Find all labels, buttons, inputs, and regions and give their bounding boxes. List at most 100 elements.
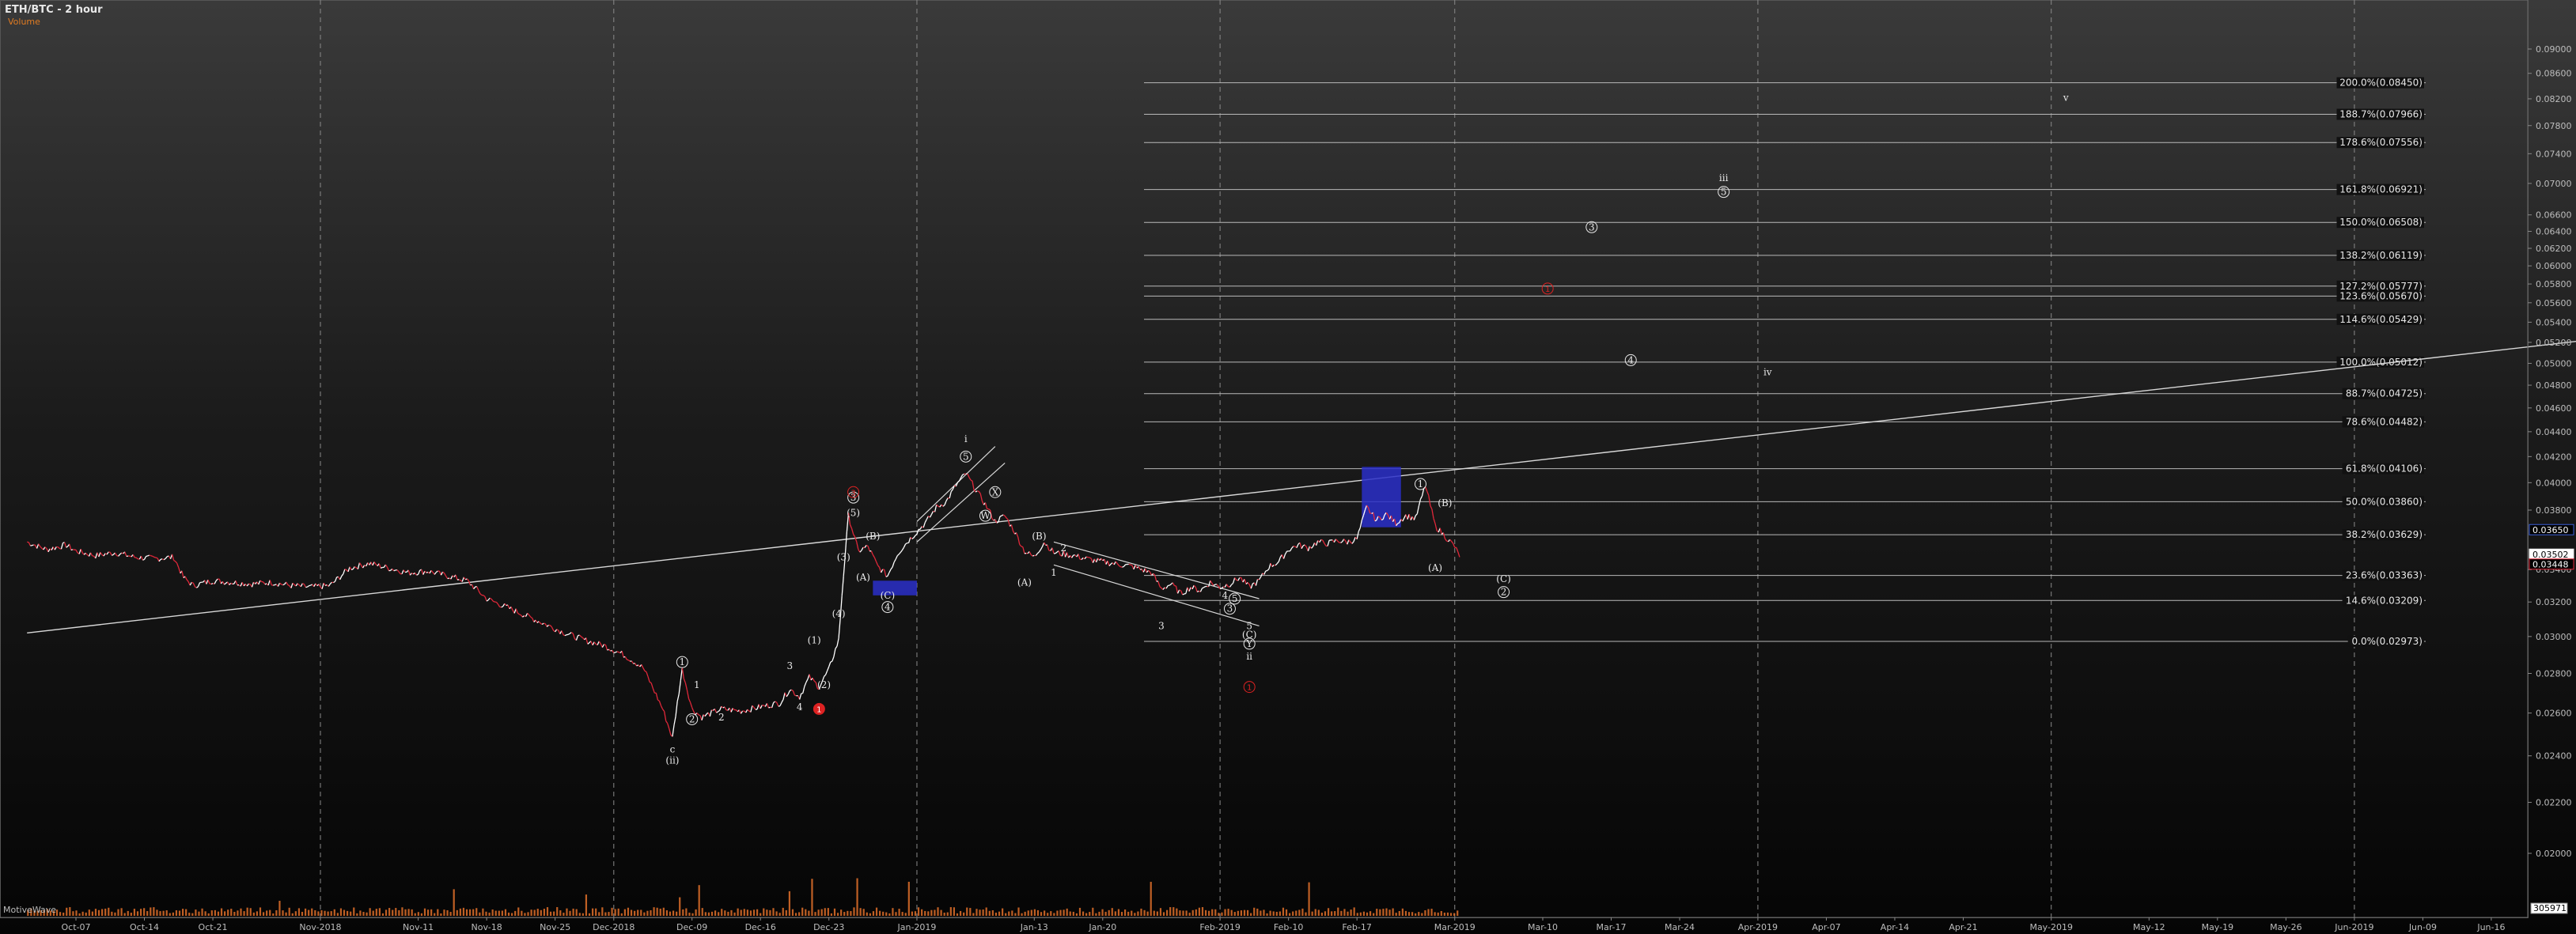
plot-border [0,0,2529,918]
volume-bar [1418,912,1420,916]
volume-bar [1404,910,1407,916]
volume-bar [440,913,442,916]
price-segment [1259,577,1262,580]
price-segment [522,615,525,618]
price-segment [627,660,631,662]
volume-bar [578,913,581,916]
volume-bar [1373,913,1375,916]
price-segment [292,582,295,585]
volume-bar [656,907,658,916]
volume-bar [1001,908,1004,916]
volume-bar [1382,909,1385,916]
volume-bar [563,913,565,916]
volume-bar [672,910,675,916]
volume-bar [411,909,413,916]
volume-bar [210,910,213,916]
volume-bar [1366,912,1369,916]
volume-bar [665,910,669,916]
volume-bar [817,909,820,916]
price-segment [867,546,870,552]
price-segment [898,551,901,555]
price-segment [686,690,690,699]
price-segment [684,683,688,690]
volume-bar [1069,911,1071,916]
volume-bar [178,910,181,916]
volume-bar [1221,912,1223,916]
volume-bar [524,913,526,916]
price-segment [649,681,652,684]
price-segment [1002,514,1006,516]
volume-bar [1188,913,1191,916]
volume-bar [707,912,710,916]
fib-level-label: 123.6%(0.05670) [2339,290,2423,301]
volume-bar [343,909,346,916]
price-segment [864,545,867,548]
price-segment [1416,505,1420,514]
price-segment [69,543,72,550]
price-segment [259,580,263,583]
price-segment [911,537,915,539]
volume-bar [375,909,377,916]
price-segment [186,579,189,582]
price-segment [675,701,678,717]
price-segment [287,584,290,587]
volume-bar [943,912,945,916]
price-segment [1284,550,1288,554]
volume-bar [324,910,326,916]
wave-label: (B) [1438,497,1452,509]
price-segment [647,676,650,683]
price-segment [1275,563,1278,566]
price-segment [624,656,627,660]
price-segment [657,699,660,702]
volume-bar [1072,911,1074,916]
y-tick-label: 0.06600 [2536,210,2572,221]
price-segment [1408,514,1411,520]
price-segment [191,581,194,584]
volume-bar [546,907,549,916]
price-segment [877,565,881,568]
y-tick-label: 0.05400 [2536,317,2572,327]
x-tick-label: Oct-07 [62,922,91,932]
price-segment [1358,528,1361,532]
volume-bar [966,907,968,916]
price-segment [352,566,355,570]
wave-label: 4 [885,602,891,613]
volume-bar [498,910,500,916]
price-segment [1418,498,1422,506]
volume-bar [504,909,507,916]
price-segment [575,635,579,641]
price-chart[interactable]: 200.0%(0.08450)188.7%(0.07966)178.6%(0.0… [0,0,2576,934]
price-segment [279,582,282,585]
volume-bar [885,912,888,916]
volume-bar [347,910,349,916]
volume-bar [566,908,568,916]
volume-bars [27,878,1459,916]
price-segment [866,544,869,547]
price-segment [887,572,890,577]
price-segment [701,714,704,720]
price-segment [1241,577,1244,583]
price-segment [1172,582,1176,586]
price-segment [704,713,707,717]
price-segment [604,645,608,651]
volume-bar [1179,910,1181,916]
price-segment [541,622,544,626]
volume-bar [805,909,807,916]
price-segment [281,584,283,586]
volume-bar [314,909,316,916]
price-segment [660,705,664,710]
price-segment [1030,554,1033,557]
volume-bar [1340,910,1343,916]
price-segment [782,692,786,700]
wave-label: (ii) [665,754,679,766]
wave-label: 2 [689,713,695,724]
volume-bar [727,911,729,916]
volume-bar [153,907,155,916]
volume-bar [501,910,503,916]
volume-bar [827,908,829,916]
price-segment [655,693,659,701]
price-segment [1191,584,1195,590]
price-segment [612,650,615,653]
volume-bar [1195,909,1197,916]
price-segment [958,477,962,482]
